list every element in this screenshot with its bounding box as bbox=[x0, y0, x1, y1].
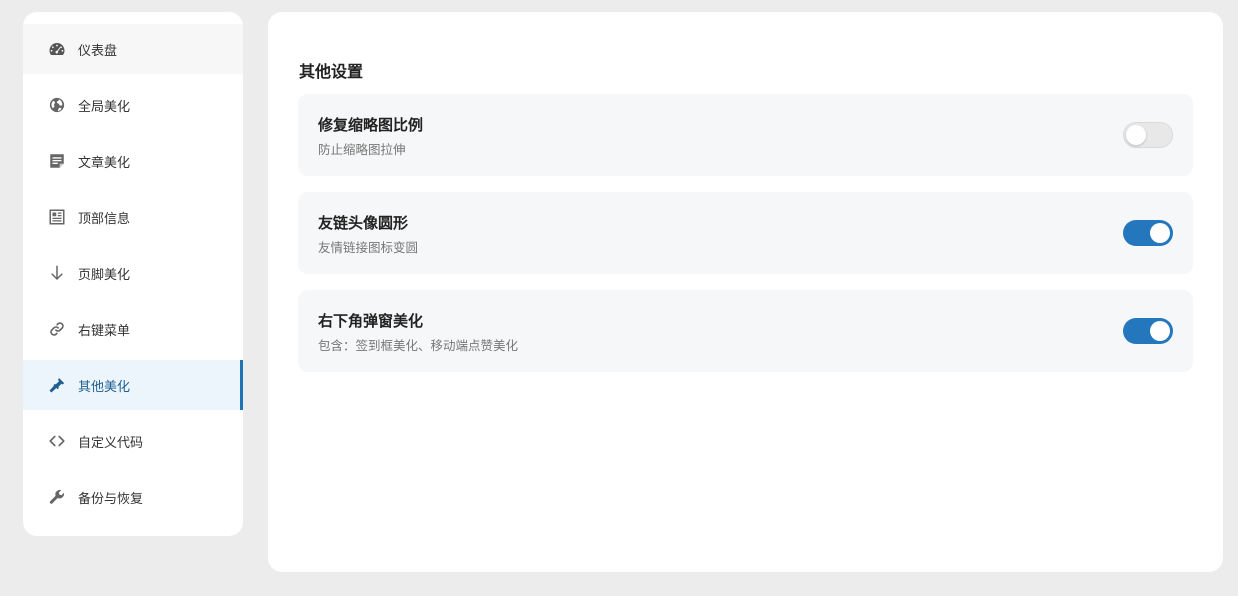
setting-description: 包含：签到框美化、移动端点赞美化 bbox=[318, 338, 519, 353]
toggle-knob bbox=[1126, 125, 1146, 145]
sidebar-item-context-menu[interactable]: 右键菜单 bbox=[23, 304, 243, 354]
globe-icon bbox=[48, 96, 66, 114]
sidebar-nav: 仪表盘 全局美化 文章美化 顶部信息 页脚美化 右键菜单 其他美化 自定义代码 … bbox=[23, 12, 243, 522]
dashboard-icon bbox=[48, 40, 66, 58]
article-icon bbox=[48, 152, 66, 170]
settings-panel: 其他设置 修复缩略图比例 防止缩略图拉伸 友链头像圆形 友情链接图标变圆 右下角… bbox=[268, 12, 1223, 572]
setting-title: 修复缩略图比例 bbox=[318, 116, 424, 134]
code-icon bbox=[48, 432, 66, 450]
sidebar-item-label: 顶部信息 bbox=[78, 211, 131, 227]
sidebar: 仪表盘 全局美化 文章美化 顶部信息 页脚美化 右键菜单 其他美化 自定义代码 … bbox=[23, 12, 243, 536]
toggle-knob bbox=[1150, 321, 1170, 341]
sidebar-item-label: 其他美化 bbox=[78, 379, 131, 395]
arrow-down-icon bbox=[48, 264, 66, 282]
sidebar-item-header-info[interactable]: 顶部信息 bbox=[23, 192, 243, 242]
sidebar-item-other-beautify[interactable]: 其他美化 bbox=[23, 360, 243, 410]
setting-description: 防止缩略图拉伸 bbox=[318, 142, 406, 157]
fix-thumbnail-ratio-toggle[interactable] bbox=[1123, 122, 1173, 148]
round-friend-avatar-toggle[interactable] bbox=[1123, 220, 1173, 246]
sidebar-item-footer-beautify[interactable]: 页脚美化 bbox=[23, 248, 243, 298]
setting-title: 友链头像圆形 bbox=[318, 214, 409, 232]
section-title: 其他设置 bbox=[299, 62, 364, 81]
sidebar-item-dashboard[interactable]: 仪表盘 bbox=[23, 24, 243, 74]
brush-icon bbox=[48, 376, 66, 394]
sidebar-item-article-beautify[interactable]: 文章美化 bbox=[23, 136, 243, 186]
toggle-knob bbox=[1150, 223, 1170, 243]
setting-popup-beautify: 右下角弹窗美化 包含：签到框美化、移动端点赞美化 bbox=[298, 290, 1193, 372]
link-icon bbox=[48, 320, 66, 338]
setting-fix-thumbnail-ratio: 修复缩略图比例 防止缩略图拉伸 bbox=[298, 94, 1193, 176]
sidebar-item-label: 文章美化 bbox=[78, 155, 131, 171]
sidebar-item-custom-code[interactable]: 自定义代码 bbox=[23, 416, 243, 466]
setting-round-friend-avatar: 友链头像圆形 友情链接图标变圆 bbox=[298, 192, 1193, 274]
sidebar-item-label: 页脚美化 bbox=[78, 267, 131, 283]
sidebar-item-label: 右键菜单 bbox=[78, 323, 131, 339]
newspaper-icon bbox=[48, 208, 66, 226]
setting-description: 友情链接图标变圆 bbox=[318, 240, 419, 255]
setting-title: 右下角弹窗美化 bbox=[318, 312, 424, 330]
sidebar-item-label: 仪表盘 bbox=[78, 43, 118, 59]
sidebar-item-global-beautify[interactable]: 全局美化 bbox=[23, 80, 243, 130]
sidebar-item-backup-restore[interactable]: 备份与恢复 bbox=[23, 472, 243, 522]
wrench-icon bbox=[48, 488, 66, 506]
sidebar-item-label: 备份与恢复 bbox=[78, 491, 144, 507]
sidebar-item-label: 全局美化 bbox=[78, 99, 131, 115]
sidebar-item-label: 自定义代码 bbox=[78, 435, 144, 451]
popup-beautify-toggle[interactable] bbox=[1123, 318, 1173, 344]
